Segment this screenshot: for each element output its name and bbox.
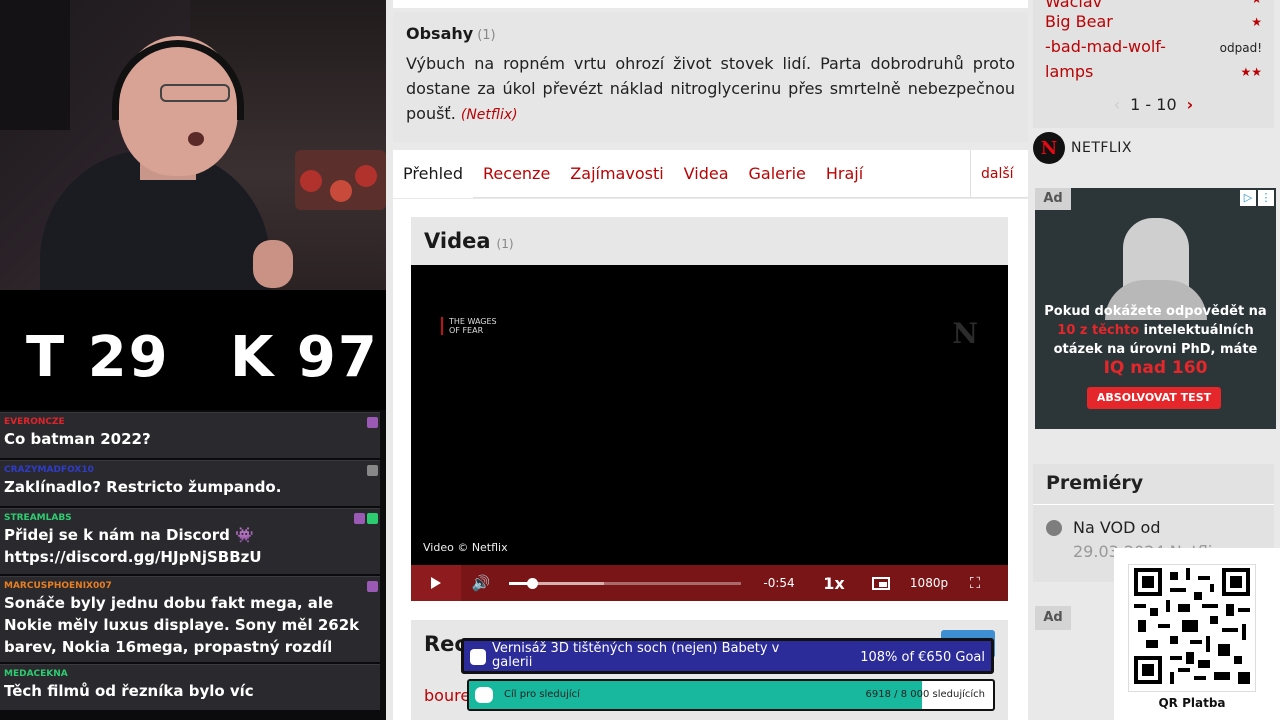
speaker-icon: 🔊 [471,574,491,592]
stars: ★★ [1240,65,1262,79]
follower-goal-value: 6918 / 8 000 sledujících [865,689,985,700]
synopsis-box: Obsahy (1) Výbuch na ropném vrtu ohrozí ž… [393,12,1028,142]
netflix-logo-icon: N [1033,132,1065,164]
chat-text: Přidej se k nám na Discord 👾 https://dis… [4,526,262,566]
video-player[interactable]: THE WAGES OF FEAR N Video © Netflix [411,265,1008,565]
pip-button[interactable] [859,565,903,601]
vod-label: Na VOD od [1073,518,1161,537]
qr-payment-widget: QR Platba [1114,548,1280,720]
goal-value: 108% of €650 Goal [860,650,985,665]
follower-goal-bar: Cíl pro sledující 6918 / 8 000 sledující… [467,679,995,711]
chat-username: MARCUSPHOENIX007 [4,581,112,591]
seek-handle[interactable] [527,577,539,589]
rating-row[interactable]: lamps ★★ [1045,62,1262,81]
chat-message: STREAMLABS Přidej se k nám na Discord 👾 … [0,508,380,574]
badge-icon [367,465,378,476]
mod-badge-icon [354,513,365,524]
videos-count: (1) [496,237,514,251]
chat-text: Zaklínadlo? Restricto žumpando. [4,478,282,496]
qr-code-icon [1134,568,1250,684]
webcam-feed [0,0,386,290]
premieres-title: Premiéry [1046,472,1144,494]
qr-label: QR Platba [1158,696,1226,710]
ratings-pager: ‹ 1 - 10 › [1033,95,1274,114]
platform-name: NETFLIX [1071,140,1132,156]
fullscreen-button[interactable]: ⛶ [955,565,995,601]
time-remaining: -0:54 [763,576,795,590]
seek-bar[interactable] [509,577,741,589]
bot-badge-icon [367,513,378,524]
video-film-title: THE WAGES OF FEAR [441,317,497,335]
volume-button[interactable]: 🔊 [461,565,501,601]
main-column: Obsahy (1) Výbuch na ropném vrtu ohrozí ž… [393,0,1028,720]
tab-recenze[interactable]: Recenze [473,150,560,198]
pager-range: 1 - 10 [1130,95,1177,114]
user-ratings-box: Waclav★ Big Bear★ -bad-mad-wolf-odpad! l… [1033,0,1274,128]
adchoices-icon[interactable]: ▷ [1240,190,1256,206]
review-author[interactable]: boure [424,686,470,705]
tab-more-dropdown[interactable]: další [970,150,1028,225]
play-icon [431,577,441,589]
video-controls: 🔊 -0:54 1x 1080p ⛶ [411,565,1008,601]
chat-username: STREAMLABS [4,513,72,523]
sub-badge-icon [367,581,378,592]
chat-text: Těch filmů od řezníka bylo víc [4,682,254,700]
rating-row[interactable]: Big Bear ★ [1045,12,1262,31]
stars: ★ [1251,0,1262,6]
heart-icon [475,687,493,703]
rating-row[interactable]: Waclav★ [1045,0,1262,11]
tab-hraji[interactable]: Hrají [816,150,873,198]
synopsis-source[interactable]: (Netflix) [461,107,518,123]
film-tabs: Přehled Recenze Zajímavosti Videa Galeri… [393,149,1028,225]
chat-panel: EVERONCZE Co batman 2022? CRAZYMADFOX10 … [0,412,386,720]
stars: ★ [1251,15,1262,29]
stream-panel: T 29 K 97 EVERONCZE Co batman 2022? CRAZ… [0,0,386,720]
goal-title: Vernisáž 3D tištěných soch (nejen) Babet… [492,641,780,670]
chat-text: Sonáče byly jednu dobu fakt mega, ale No… [4,594,360,656]
chat-message: EVERONCZE Co batman 2022? [0,412,380,458]
pager-prev-icon[interactable]: ‹ [1114,95,1120,114]
chat-username: CRAZYMADFOX10 [4,465,94,475]
synopsis-title: Obsahy (1) [406,24,496,43]
follower-goal-title: Cíl pro sledující [504,689,580,700]
chat-username: MEDACEKNA [4,669,68,679]
netflix-watermark-icon: N [952,317,978,350]
pip-icon [872,576,890,590]
chat-message: MARCUSPHOENIX007 Sonáče byly jednu dobu … [0,576,380,662]
tab-galerie[interactable]: Galerie [739,150,816,198]
globe-icon [1046,520,1062,536]
play-button[interactable] [411,565,461,601]
ad-label: Ad [1035,606,1071,630]
pager-next-icon[interactable]: › [1187,95,1194,114]
platform-netflix[interactable]: N NETFLIX [1033,132,1274,164]
tab-videa[interactable]: Videa [674,150,739,198]
donation-goal-bar: Vernisáž 3D tištěných soch (nejen) Babet… [461,638,994,674]
tab-zajimavosti[interactable]: Zajímavosti [560,150,673,198]
close-icon[interactable]: ⋮ [1258,190,1274,206]
video-credit: Video © Netflix [423,541,508,554]
fullscreen-icon: ⛶ [969,574,981,592]
score-k: K 97 [230,325,379,390]
synopsis-text: Výbuch na ropném vrtu ohrozí život stove… [406,54,1015,123]
ad-label: Ad [1035,188,1071,210]
videos-section: Videa (1) THE WAGES OF FEAR N Video © Netf… [411,217,1008,601]
chat-text: Co batman 2022? [4,430,151,448]
chat-message: CRAZYMADFOX10 Zaklínadlo? Restricto žump… [0,460,380,506]
ad-banner[interactable]: Ad ▷ ⋮ Pokud dokážete odpovědět na 10 z t… [1035,188,1276,429]
gift-icon [470,649,486,665]
synopsis-count: (1) [477,28,496,43]
quality-button[interactable]: 1080p [903,565,955,601]
ad-cta-button[interactable]: ABSOLVOVAT TEST [1087,387,1221,409]
playback-speed-button[interactable]: 1x [809,565,859,601]
chat-message: MEDACEKNA Těch filmů od řezníka bylo víc [0,664,380,710]
videos-title: Videa (1) [424,229,514,253]
sub-badge-icon [367,417,378,428]
rating-row[interactable]: -bad-mad-wolf-odpad! [1045,37,1262,56]
rating-trash: odpad! [1219,41,1262,55]
tab-prehled[interactable]: Přehled [393,149,474,198]
score-t: T 29 [26,325,170,390]
chat-username: EVERONCZE [4,417,65,427]
ad-headline: Pokud dokážete odpovědět na 10 z těchto … [1044,304,1267,378]
